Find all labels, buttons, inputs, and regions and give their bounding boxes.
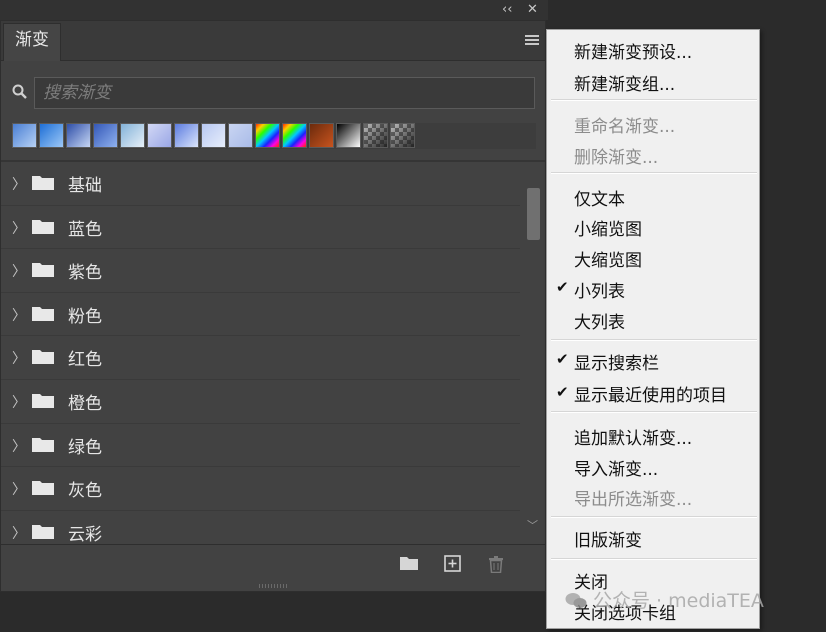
chevron-right-icon[interactable]: 〉: [12, 392, 26, 412]
group-label: 橙色: [68, 393, 102, 414]
menu-item-show-search[interactable]: 显示搜索栏: [574, 349, 659, 374]
tab-bar: 渐变: [1, 21, 545, 61]
folder-icon: [32, 350, 54, 365]
gradient-swatch[interactable]: [309, 123, 334, 148]
chevron-right-icon[interactable]: 〉: [12, 305, 26, 325]
menu-item-export: 导出所选渐变...: [574, 490, 693, 510]
gradient-swatch[interactable]: [228, 123, 253, 148]
menu-item-small-list[interactable]: 小列表: [574, 277, 625, 302]
gradient-swatch[interactable]: [147, 123, 172, 148]
list-item[interactable]: 〉 云彩: [1, 511, 520, 544]
gradient-swatch[interactable]: [201, 123, 226, 148]
gradient-group-list: 〉基础 〉蓝色 〉紫色 〉粉色 〉红色 〉橙色 〉绿色 〉灰色 〉云彩: [1, 162, 520, 544]
menu-separator: [551, 516, 757, 518]
menu-item-text-only[interactable]: 仅文本: [574, 185, 625, 210]
search-input[interactable]: 搜索渐变: [34, 77, 535, 109]
panel-top-strip: ‹‹ ✕: [0, 0, 548, 20]
menu-item-large-thumbnail[interactable]: 大缩览图: [574, 246, 642, 271]
folder-icon: [32, 393, 54, 408]
chevron-right-icon[interactable]: 〉: [12, 174, 26, 194]
collapse-icon[interactable]: ‹‹: [502, 2, 512, 18]
menu-separator: [551, 339, 757, 341]
resize-grip[interactable]: [259, 584, 287, 588]
list-item[interactable]: 〉 橙色: [1, 380, 520, 424]
group-label: 云彩: [68, 524, 102, 544]
tab-gradients[interactable]: 渐变: [3, 23, 61, 61]
chevron-right-icon[interactable]: 〉: [12, 523, 26, 543]
new-group-icon[interactable]: [399, 555, 419, 571]
checkmark-icon: ✔: [556, 383, 569, 401]
menu-item-delete: 删除渐变...: [574, 148, 659, 168]
scrollbar-thumb[interactable]: [527, 188, 540, 240]
group-label: 绿色: [68, 437, 102, 458]
close-icon[interactable]: ✕: [527, 2, 538, 18]
list-item[interactable]: 〉 绿色: [1, 424, 520, 468]
trash-icon[interactable]: [488, 555, 504, 573]
watermark: 公众号 · mediaTEA: [565, 586, 764, 613]
gradient-swatch[interactable]: [336, 123, 361, 148]
menu-separator: [551, 411, 757, 413]
menu-item-rename: 重命名渐变...: [574, 117, 676, 137]
gradients-panel: 渐变 搜索渐变 〉基础 〉蓝色 〉紫色 〉粉色 〉红色 〉橙色 〉绿色 〉灰色 …: [0, 20, 546, 592]
list-item[interactable]: 〉 红色: [1, 336, 520, 380]
search-icon: [12, 84, 27, 99]
menu-separator: [551, 558, 757, 560]
chevron-right-icon[interactable]: 〉: [12, 436, 26, 456]
gradient-swatch[interactable]: [255, 123, 280, 148]
recent-gradients-bar: [12, 123, 536, 149]
scroll-down-icon[interactable]: ﹀: [527, 517, 538, 533]
panel-menu-icon[interactable]: [525, 35, 539, 46]
chevron-right-icon[interactable]: 〉: [12, 261, 26, 281]
list-item[interactable]: 〉 紫色: [1, 249, 520, 293]
menu-separator: [551, 99, 757, 101]
list-item[interactable]: 〉 粉色: [1, 293, 520, 337]
folder-icon: [32, 524, 54, 539]
gradient-swatch[interactable]: [363, 123, 388, 148]
menu-item-new-preset[interactable]: 新建渐变预设...: [574, 38, 692, 63]
folder-icon: [32, 306, 54, 321]
group-label: 红色: [68, 350, 102, 371]
group-label: 基础: [68, 176, 102, 196]
new-gradient-icon[interactable]: [444, 555, 461, 572]
gradient-swatch[interactable]: [174, 123, 199, 148]
list-item[interactable]: 〉 蓝色: [1, 206, 520, 250]
checkmark-icon: ✔: [556, 278, 569, 296]
menu-item-new-group[interactable]: 新建渐变组...: [574, 70, 675, 95]
gradient-swatch[interactable]: [390, 123, 415, 148]
folder-icon: [32, 176, 54, 190]
gradient-swatch[interactable]: [120, 123, 145, 148]
wechat-logo-icon: [565, 593, 587, 608]
group-label: 蓝色: [68, 219, 102, 240]
gradient-swatch[interactable]: [66, 123, 91, 148]
list-item[interactable]: 〉 基础: [1, 162, 520, 206]
gradient-swatch[interactable]: [12, 123, 37, 148]
gradient-swatch[interactable]: [39, 123, 64, 148]
folder-icon: [32, 219, 54, 234]
folder-icon: [32, 437, 54, 452]
menu-item-append-default[interactable]: 追加默认渐变...: [574, 424, 692, 449]
group-label: 灰色: [68, 481, 102, 502]
gradient-swatch[interactable]: [93, 123, 118, 148]
folder-icon: [32, 481, 54, 496]
gradient-swatch[interactable]: [282, 123, 307, 148]
menu-item-show-recent[interactable]: 显示最近使用的项目: [574, 381, 727, 406]
chevron-right-icon[interactable]: 〉: [12, 479, 26, 499]
list-scrollbar[interactable]: ﹀: [523, 165, 543, 535]
menu-separator: [551, 172, 757, 174]
list-item[interactable]: 〉 灰色: [1, 467, 520, 511]
menu-item-legacy-gradients[interactable]: 旧版渐变: [574, 526, 642, 551]
group-label: 紫色: [68, 263, 102, 284]
menu-item-large-list[interactable]: 大列表: [574, 308, 625, 333]
folder-icon: [32, 263, 54, 278]
panel-flyout-menu: 新建渐变预设... 新建渐变组... 重命名渐变... 删除渐变... 仅文本 …: [546, 29, 760, 629]
menu-item-import[interactable]: 导入渐变...: [574, 455, 658, 480]
group-label: 粉色: [68, 306, 102, 327]
watermark-text: 公众号 · mediaTEA: [593, 590, 764, 612]
chevron-right-icon[interactable]: 〉: [12, 348, 26, 368]
menu-item-small-thumbnail[interactable]: 小缩览图: [574, 215, 642, 240]
checkmark-icon: ✔: [556, 350, 569, 368]
chevron-right-icon[interactable]: 〉: [12, 218, 26, 238]
